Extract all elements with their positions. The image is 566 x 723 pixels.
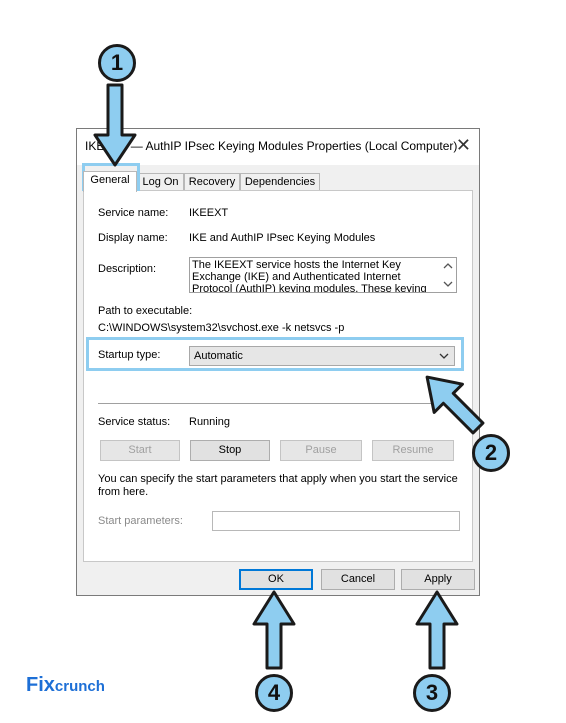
logo-part-fix: Fix xyxy=(26,674,55,696)
arrow-down-icon xyxy=(93,83,137,167)
step-badge-1: 1 xyxy=(98,44,136,82)
logo-part-crunch: crunch xyxy=(54,678,105,695)
step-badge-4: 4 xyxy=(255,674,293,712)
step-badge-2: 2 xyxy=(472,434,510,472)
annotation-arrows xyxy=(93,83,485,670)
fixcrunch-logo: Fixcrunch xyxy=(26,674,105,697)
tab-general[interactable]: General xyxy=(83,171,137,192)
step-badge-3: 3 xyxy=(413,674,451,712)
arrow-up-icon xyxy=(415,590,459,670)
arrow-up-icon xyxy=(252,590,296,670)
arrow-up-left-icon xyxy=(425,375,485,435)
